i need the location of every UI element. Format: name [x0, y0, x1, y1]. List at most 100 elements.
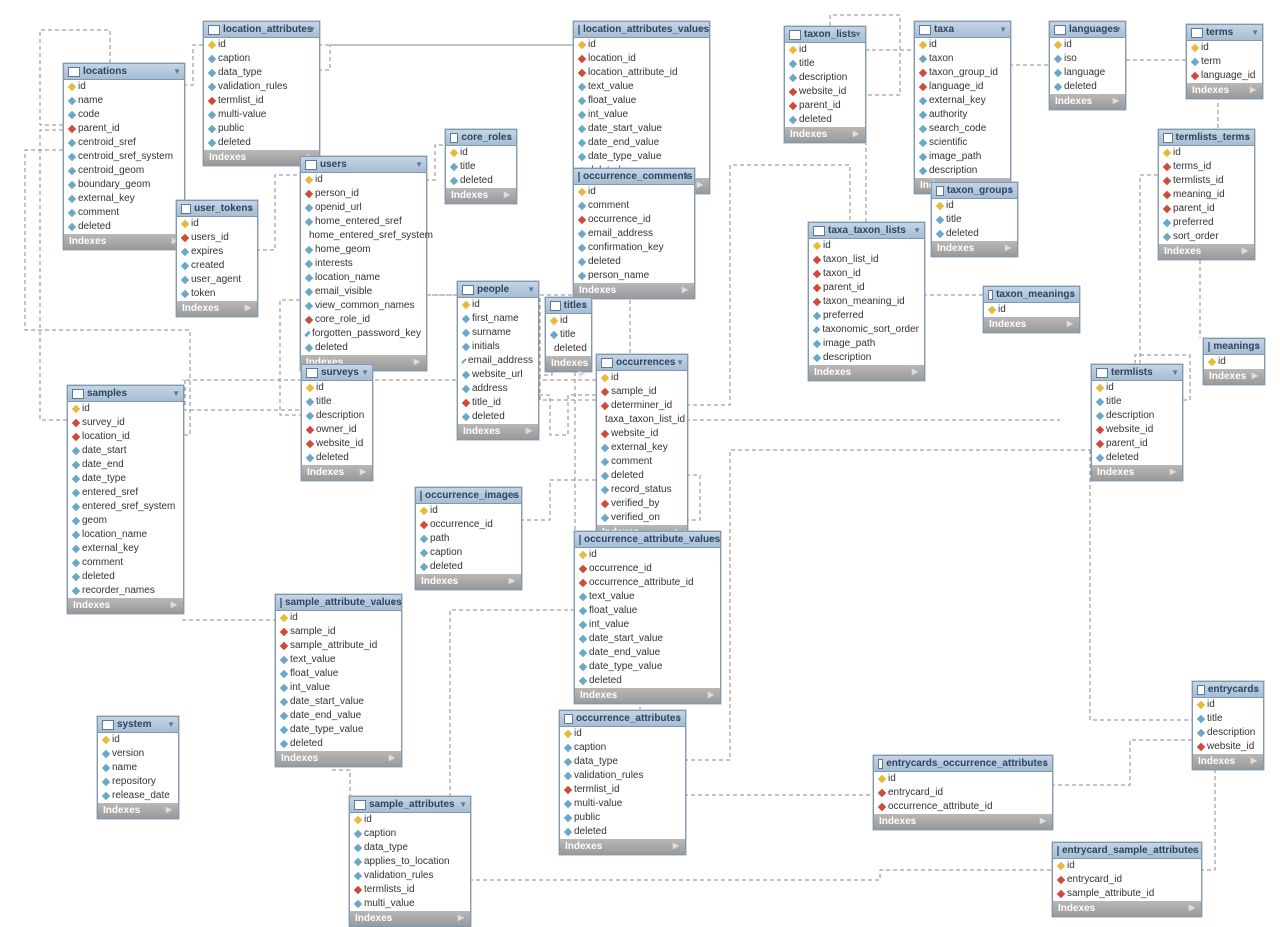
table-taxon_meanings[interactable]: taxon_meanings▼idIndexes▶: [983, 286, 1080, 333]
table-taxon_groups[interactable]: taxon_groups▼idtitledeletedIndexes▶: [931, 182, 1018, 257]
indexes-section[interactable]: Indexes▶: [874, 814, 1052, 829]
expand-icon[interactable]: ▶: [245, 303, 251, 312]
column-validation-rules[interactable]: validation_rules: [560, 769, 685, 783]
column-deleted[interactable]: deleted: [575, 674, 720, 688]
column-centroid-sref[interactable]: centroid_sref: [64, 136, 184, 150]
column-external-key[interactable]: external_key: [68, 542, 183, 556]
expand-icon[interactable]: ▶: [458, 913, 464, 922]
table-core_roles[interactable]: core_roles▼idtitledeletedIndexes▶: [445, 129, 517, 204]
table-header[interactable]: sample_attribute_values▼: [276, 595, 401, 611]
column-comment[interactable]: comment: [597, 455, 687, 469]
table-header[interactable]: people▼: [458, 282, 538, 298]
column-date-start-value[interactable]: date_start_value: [276, 695, 401, 709]
indexes-section[interactable]: Indexes▶: [546, 356, 591, 371]
expand-icon[interactable]: ▶: [673, 841, 679, 850]
column-caption[interactable]: caption: [204, 52, 319, 66]
column-parent-id[interactable]: parent_id: [1159, 202, 1254, 216]
column-token[interactable]: token: [177, 287, 257, 301]
column-repository[interactable]: repository: [98, 775, 178, 789]
column-id[interactable]: id: [560, 727, 685, 741]
collapse-icon[interactable]: ▼: [683, 172, 691, 181]
column-id[interactable]: id: [546, 314, 591, 328]
column-image-path[interactable]: image_path: [809, 337, 924, 351]
column-taxon-meaning-id[interactable]: taxon_meaning_id: [809, 295, 924, 309]
column-id[interactable]: id: [1204, 355, 1264, 369]
collapse-icon[interactable]: ▼: [459, 800, 467, 809]
table-header[interactable]: taxon_meanings▼: [984, 287, 1079, 303]
column-location-attribute-id[interactable]: location_attribute_id: [574, 66, 709, 80]
column-deleted[interactable]: deleted: [204, 136, 319, 150]
indexes-section[interactable]: Indexes▶: [1187, 83, 1262, 98]
column-authority[interactable]: authority: [915, 108, 1010, 122]
column-sort-order[interactable]: sort_order: [1159, 230, 1254, 244]
table-location_attributes[interactable]: location_attributes▼idcaptiondata_typeva…: [203, 21, 320, 166]
indexes-section[interactable]: Indexes▶: [1092, 465, 1182, 480]
column-caption[interactable]: caption: [350, 827, 470, 841]
column-text-value[interactable]: text_value: [575, 590, 720, 604]
column-preferred[interactable]: preferred: [1159, 216, 1254, 230]
column-title[interactable]: title: [302, 395, 372, 409]
expand-icon[interactable]: ▶: [509, 576, 515, 585]
collapse-icon[interactable]: ▼: [415, 160, 423, 169]
column-language-id[interactable]: language_id: [1187, 69, 1262, 83]
indexes-section[interactable]: Indexes▶: [276, 751, 401, 766]
column-id[interactable]: id: [809, 239, 924, 253]
column-caption[interactable]: caption: [560, 741, 685, 755]
collapse-icon[interactable]: ▼: [1190, 846, 1198, 855]
column-email-address[interactable]: email_address: [458, 354, 538, 368]
column-deleted[interactable]: deleted: [932, 227, 1017, 241]
column-taxon[interactable]: taxon: [915, 52, 1010, 66]
collapse-icon[interactable]: ▼: [676, 358, 684, 367]
collapse-icon[interactable]: ▼: [246, 204, 254, 213]
expand-icon[interactable]: ▶: [1242, 246, 1248, 255]
column-deleted[interactable]: deleted: [785, 113, 865, 127]
collapse-icon[interactable]: ▼: [913, 226, 921, 235]
column-person-id[interactable]: person_id: [301, 187, 426, 201]
column-verified-by[interactable]: verified_by: [597, 497, 687, 511]
column-centroid-geom[interactable]: centroid_geom: [64, 164, 184, 178]
expand-icon[interactable]: ▶: [1250, 85, 1256, 94]
column-id[interactable]: id: [574, 185, 694, 199]
column-external-key[interactable]: external_key: [915, 94, 1010, 108]
column-location-name[interactable]: location_name: [68, 528, 183, 542]
expand-icon[interactable]: ▶: [579, 369, 585, 378]
column-title[interactable]: title: [1092, 395, 1182, 409]
column-taxonomic-sort-order[interactable]: taxonomic_sort_order: [809, 323, 924, 337]
column-id[interactable]: id: [301, 173, 426, 187]
column-validation-rules[interactable]: validation_rules: [204, 80, 319, 94]
table-header[interactable]: taxa_taxon_lists▼: [809, 223, 924, 239]
column-data-type[interactable]: data_type: [204, 66, 319, 80]
collapse-icon[interactable]: ▼: [674, 714, 682, 723]
indexes-section[interactable]: Indexes▶: [1193, 754, 1263, 769]
column-id[interactable]: id: [68, 402, 183, 416]
table-occurrence_attributes[interactable]: occurrence_attributes▼idcaptiondata_type…: [559, 710, 686, 855]
column-boundary-geom[interactable]: boundary_geom: [64, 178, 184, 192]
expand-icon[interactable]: ▶: [708, 690, 714, 699]
table-entrycard_sample_attributes[interactable]: entrycard_sample_attributes▼identrycard_…: [1052, 842, 1202, 917]
column-applies-to-location[interactable]: applies_to_location: [350, 855, 470, 869]
expand-icon[interactable]: ▶: [697, 180, 703, 189]
expand-icon[interactable]: ▶: [526, 426, 532, 435]
column-version[interactable]: version: [98, 747, 178, 761]
expand-icon[interactable]: ▶: [682, 285, 688, 294]
column-id[interactable]: id: [177, 217, 257, 231]
column-id[interactable]: id: [1187, 41, 1262, 55]
column-description[interactable]: description: [1092, 409, 1182, 423]
column-title[interactable]: title: [446, 160, 516, 174]
column-multi-value[interactable]: multi-value: [560, 797, 685, 811]
table-header[interactable]: location_attributes▼: [204, 22, 319, 38]
column-entrycard-id[interactable]: entrycard_id: [874, 786, 1052, 800]
expand-icon[interactable]: ▶: [389, 753, 395, 762]
collapse-icon[interactable]: ▼: [1243, 133, 1251, 142]
column-id[interactable]: id: [874, 772, 1052, 786]
column-id[interactable]: id: [1050, 38, 1125, 52]
collapse-icon[interactable]: ▼: [308, 25, 316, 34]
column-deleted[interactable]: deleted: [301, 341, 426, 355]
expand-icon[interactable]: ▶: [1067, 319, 1073, 328]
column-data-type[interactable]: data_type: [560, 755, 685, 769]
table-header[interactable]: taxon_groups▼: [932, 183, 1017, 199]
column-home-geom[interactable]: home_geom: [301, 243, 426, 257]
column-id[interactable]: id: [1092, 381, 1182, 395]
column-termlist-id[interactable]: termlist_id: [204, 94, 319, 108]
column-taxon-group-id[interactable]: taxon_group_id: [915, 66, 1010, 80]
